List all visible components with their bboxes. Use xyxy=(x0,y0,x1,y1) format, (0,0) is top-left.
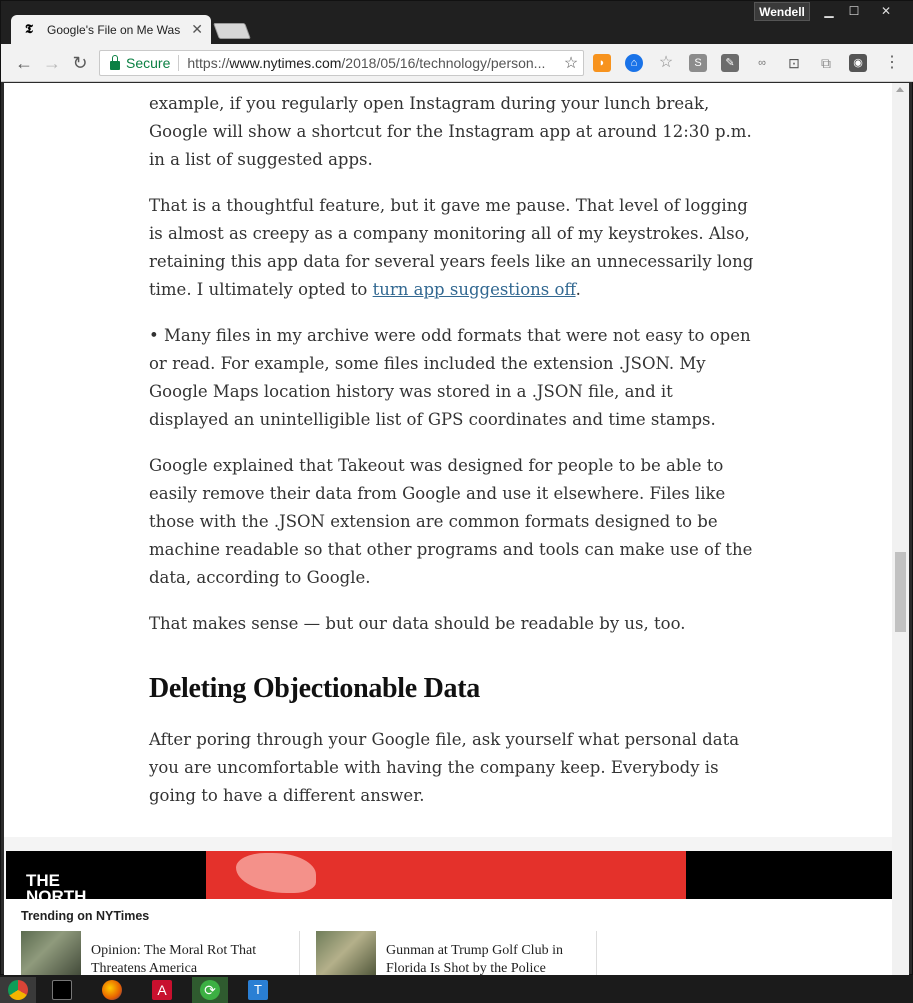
browser-window: 𝕿 Google's File on Me Was ✕ Wendell ▁ ☐ … xyxy=(0,0,913,976)
url-host: www.nytimes.com xyxy=(229,55,342,71)
article-paragraph: That makes sense — but our data should b… xyxy=(149,614,686,633)
trending-divider xyxy=(596,931,597,976)
ad-logo-line2: NORTH xyxy=(26,887,87,899)
app-icon: T xyxy=(248,980,268,1000)
chrome-menu-icon[interactable]: ⋮ xyxy=(881,52,903,74)
github-icon[interactable]: ◉ xyxy=(849,54,867,72)
trending-title: Trending on NYTimes xyxy=(21,909,150,923)
scroll-up-icon[interactable] xyxy=(896,87,904,92)
stylus-icon[interactable]: S xyxy=(689,54,707,72)
url-text[interactable]: https://www.nytimes.com/2018/05/16/techn… xyxy=(187,55,561,71)
nyt-favicon-icon: 𝕿 xyxy=(25,21,33,37)
taskbar-app[interactable]: T xyxy=(240,977,276,1003)
ad-rock-image xyxy=(236,853,316,893)
lock-icon xyxy=(110,54,120,70)
back-icon[interactable]: ← xyxy=(13,52,35,74)
acrobat-icon: A xyxy=(152,980,172,1000)
tab-active[interactable]: 𝕿 Google's File on Me Was ✕ xyxy=(11,15,211,44)
os-taskbar: A ⟳ T xyxy=(0,975,913,1003)
browser-toolbar: ← → ↻ Secure https://www.nytimes.com/201… xyxy=(1,44,913,82)
address-bar[interactable]: Secure https://www.nytimes.com/2018/05/1… xyxy=(99,50,584,76)
section-heading: Deleting Objectionable Data xyxy=(149,673,480,704)
tab-title: Google's File on Me Was xyxy=(47,22,181,37)
trending-bar: Trending on NYTimes Opinion: The Moral R… xyxy=(4,899,892,976)
trending-item[interactable]: Opinion: The Moral Rot That Threatens Am… xyxy=(21,931,281,976)
terminal-icon xyxy=(52,980,72,1000)
bookmark-star-icon[interactable]: ☆ xyxy=(561,53,581,73)
forward-icon[interactable]: → xyxy=(41,52,63,74)
secure-label: Secure xyxy=(126,55,171,71)
trending-item[interactable]: Gunman at Trump Golf Club in Florida Is … xyxy=(316,931,576,976)
reload-icon[interactable]: ↻ xyxy=(69,52,91,74)
star-extension-icon[interactable]: ☆ xyxy=(657,54,675,72)
puzzle-icon[interactable]: ⧉ xyxy=(817,54,835,72)
pocket-icon[interactable]: ✎ xyxy=(721,54,739,72)
link-suffix: . xyxy=(575,280,581,299)
trending-headline[interactable]: Opinion: The Moral Rot That Threatens Am… xyxy=(91,931,281,976)
article-paragraph: After poring through your Google file, a… xyxy=(149,730,740,805)
sync-icon: ⟳ xyxy=(200,980,220,1000)
tab-close-icon[interactable]: ✕ xyxy=(191,21,203,38)
turn-app-suggestions-off-link[interactable]: turn app suggestions off xyxy=(373,280,576,299)
article-paragraph: example, if you regularly open Instagram… xyxy=(149,94,752,169)
trending-divider xyxy=(299,931,300,976)
taskbar-chrome[interactable] xyxy=(0,977,36,1003)
article-body: example, if you regularly open Instagram… xyxy=(149,83,754,828)
ad-banner[interactable]: THE NORTH xyxy=(6,851,892,899)
ad-logo: THE NORTH xyxy=(26,872,87,899)
scrollbar-thumb[interactable] xyxy=(895,552,906,632)
minimize-icon[interactable]: ▁ xyxy=(816,2,842,21)
bank-icon[interactable]: ⌂ xyxy=(625,54,643,72)
taskbar-sync[interactable]: ⟳ xyxy=(192,977,228,1003)
article-paragraph: • Many files in my archive were odd form… xyxy=(149,326,751,429)
maximize-icon[interactable]: ☐ xyxy=(841,2,867,21)
vertical-scrollbar[interactable] xyxy=(892,83,909,976)
url-prefix: https:// xyxy=(187,55,230,71)
omnibox-separator xyxy=(178,55,180,71)
firefox-icon xyxy=(102,980,122,1000)
new-tab-button[interactable] xyxy=(213,23,251,39)
url-path: /2018/05/16/technology/person... xyxy=(341,55,546,71)
taskbar-firefox[interactable] xyxy=(94,977,130,1003)
ad-image xyxy=(206,851,686,899)
article-paragraph: That is a thoughtful feature, but it gav… xyxy=(149,192,754,304)
tab-strip: 𝕿 Google's File on Me Was ✕ Wendell ▁ ☐ … xyxy=(1,1,913,44)
glasses-icon[interactable]: ∞ xyxy=(753,54,771,72)
taskbar-terminal[interactable] xyxy=(44,977,80,1003)
profile-button[interactable]: Wendell xyxy=(754,2,810,21)
article-paragraph: Google explained that Takeout was design… xyxy=(149,456,753,587)
chrome-icon xyxy=(8,980,28,1000)
window-close-icon[interactable]: ✕ xyxy=(873,2,899,21)
trending-thumbnail xyxy=(316,931,376,976)
trending-headline[interactable]: Gunman at Trump Golf Club in Florida Is … xyxy=(386,931,576,976)
advertisement: THE NORTH Trending on NYTimes Opinion: Th… xyxy=(4,837,892,976)
trending-thumbnail xyxy=(21,931,81,976)
cast-icon[interactable]: ⊡ xyxy=(785,54,803,72)
rss-icon[interactable]: ◗ xyxy=(593,54,611,72)
taskbar-acrobat[interactable]: A xyxy=(144,977,180,1003)
page-viewport: example, if you regularly open Instagram… xyxy=(4,83,892,976)
